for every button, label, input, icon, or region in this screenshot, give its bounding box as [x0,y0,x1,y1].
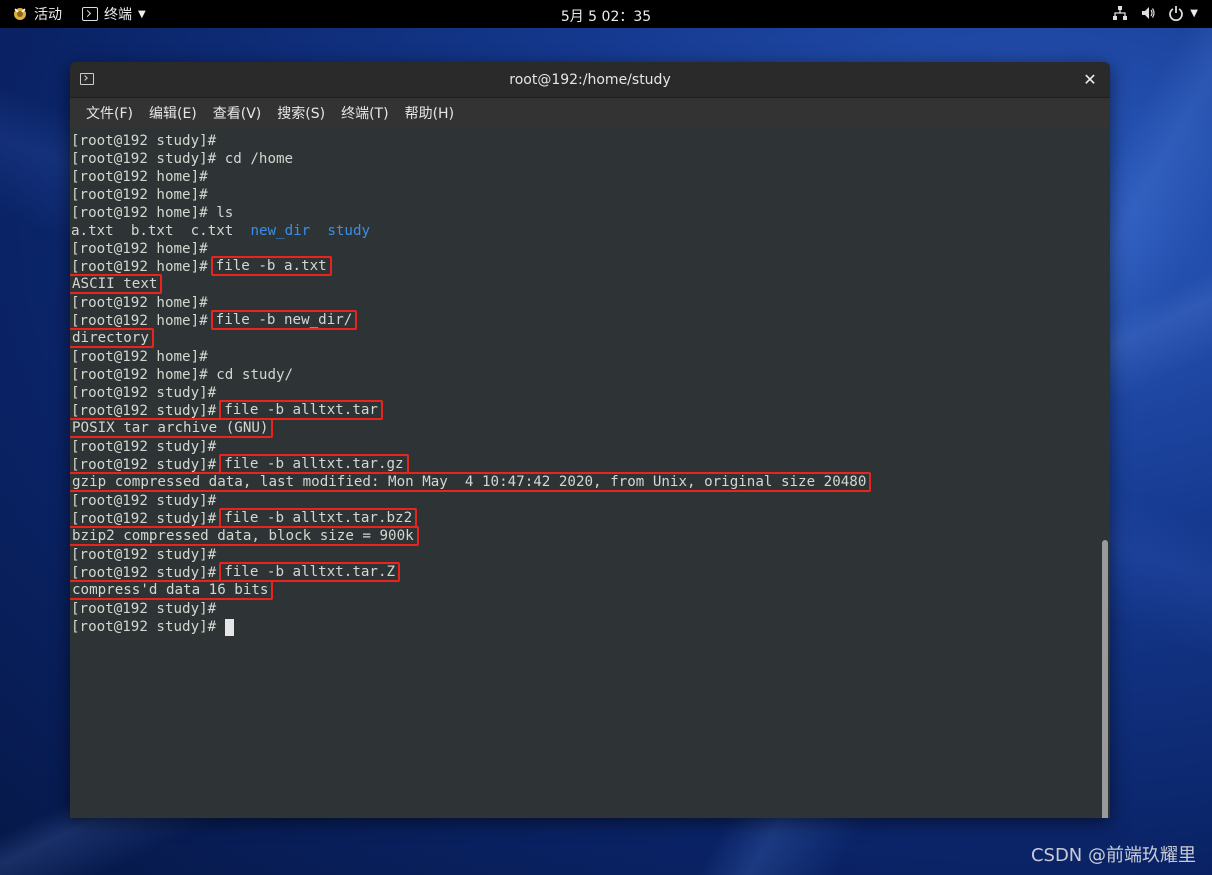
terminal-line: directory [70,328,1100,348]
terminal-line: [root@192 home]# ls [71,204,1100,222]
activities-button[interactable]: 活动 [12,4,62,24]
prompt: [root@192 study]# [71,565,217,581]
terminal-line: bzip2 compressed data, block size = 900k [70,526,1100,546]
top-bar: 活动 终端 ▼ 5月 5 02：35 ▼ [0,0,1212,28]
highlighted-output: directory [70,328,154,348]
terminal-line: [root@192 home]# [71,186,1100,204]
command: ls [207,205,234,221]
terminal-line: [root@192 home]# [71,348,1100,366]
activities-icon [12,6,28,22]
prompt: [root@192 study]# [71,439,217,455]
directory-entry: study [327,223,371,239]
network-icon [1112,5,1128,21]
directory-entry: new_dir [250,223,311,239]
close-button[interactable]: ✕ [1080,70,1100,90]
terminal-line: [root@192 study]# [71,618,1100,636]
terminal-line: [root@192 home]# file -b new_dir/ [71,310,1100,330]
text-cursor [224,619,234,636]
terminal-line: POSIX tar archive (GNU) [70,418,1100,438]
prompt: [root@192 home]# [71,169,208,185]
prompt: [root@192 home]# [71,241,208,257]
menu-file[interactable]: 文件(F) [78,103,141,123]
highlighted-output: bzip2 compressed data, block size = 900k [70,526,419,546]
highlighted-command: file -b alltxt.tar.bz2 [219,508,418,528]
prompt: [root@192 home]# [71,313,208,329]
clock[interactable]: 5月 5 02：35 [561,9,651,25]
terminal-window: root@192:/home/study ✕ 文件(F) 编辑(E) 查看(V)… [70,62,1110,818]
chevron-down-icon: ▼ [138,8,146,20]
prompt: [root@192 study]# [71,619,217,635]
file-entry: a.txt [71,223,114,239]
terminal-line: ASCII text [70,274,1100,294]
menu-bar: 文件(F) 编辑(E) 查看(V) 搜索(S) 终端(T) 帮助(H) [70,98,1110,128]
prompt: [root@192 study]# [71,151,217,167]
terminal-line: [root@192 study]# [71,132,1100,150]
command: cd study/ [207,367,294,383]
terminal-line: [root@192 study]# cd /home [71,150,1100,168]
prompt: [root@192 study]# [71,133,217,149]
prompt: [root@192 study]# [71,457,217,473]
highlighted-output: compress'd data 16 bits [70,580,274,600]
terminal-line: a.txt b.txt c.txt new_dir study [71,222,1100,240]
terminal-icon [82,7,98,21]
prompt: [root@192 home]# [71,259,208,275]
prompt: [root@192 home]# [71,295,208,311]
menu-edit[interactable]: 编辑(E) [141,103,205,123]
command [216,619,225,635]
highlighted-output: gzip compressed data, last modified: Mon… [70,472,872,492]
system-tray[interactable]: ▼ [1112,5,1198,21]
prompt: [root@192 study]# [71,403,217,419]
terminal-line: [root@192 home]# [71,168,1100,186]
scrollbar[interactable] [1100,128,1110,818]
terminal-line: [root@192 home]# file -b a.txt [71,256,1100,276]
terminal-line: compress'd data 16 bits [70,580,1100,600]
menu-view[interactable]: 查看(V) [205,103,270,123]
menu-search[interactable]: 搜索(S) [269,103,333,123]
highlighted-command: file -b new_dir/ [210,310,358,330]
prompt: [root@192 study]# [71,493,217,509]
window-titlebar[interactable]: root@192:/home/study ✕ [70,62,1110,98]
prompt: [root@192 home]# [71,205,208,221]
prompt: [root@192 study]# [71,385,217,401]
highlighted-output: POSIX tar archive (GNU) [70,418,274,438]
highlighted-command: file -b alltxt.tar.gz [219,454,409,474]
highlighted-output: ASCII text [70,274,163,294]
prompt: [root@192 home]# [71,349,208,365]
terminal-line: gzip compressed data, last modified: Mon… [70,472,1100,492]
highlighted-command: file -b a.txt [210,256,332,276]
highlighted-command: file -b alltxt.tar.Z [219,562,401,582]
volume-icon [1140,5,1156,21]
window-title: root@192:/home/study [509,71,671,88]
command: cd /home [216,151,294,167]
chevron-down-icon: ▼ [1190,7,1198,19]
file-entry: c.txt [190,223,234,239]
prompt: [root@192 home]# [71,187,208,203]
prompt: [root@192 study]# [71,547,217,563]
menu-terminal[interactable]: 终端(T) [333,103,396,123]
activities-label: 活动 [34,7,62,23]
watermark: CSDN @前端玖耀里 [1030,845,1196,866]
menu-help[interactable]: 帮助(H) [397,103,462,123]
terminal-output[interactable]: [root@192 study]# [root@192 study]# cd /h… [70,128,1100,818]
prompt: [root@192 study]# [71,511,217,527]
app-menu-label: 终端 [104,7,132,23]
prompt: [root@192 study]# [71,601,217,617]
terminal-line: [root@192 home]# cd study/ [71,366,1100,384]
scrollbar-thumb[interactable] [1102,540,1108,818]
prompt: [root@192 home]# [71,367,208,383]
file-entry: b.txt [130,223,174,239]
terminal-line: [root@192 study]# [71,600,1100,618]
power-icon [1168,5,1184,21]
terminal-icon [80,73,94,85]
highlighted-command: file -b alltxt.tar [219,400,383,420]
app-menu-button[interactable]: 终端 ▼ [82,4,146,24]
